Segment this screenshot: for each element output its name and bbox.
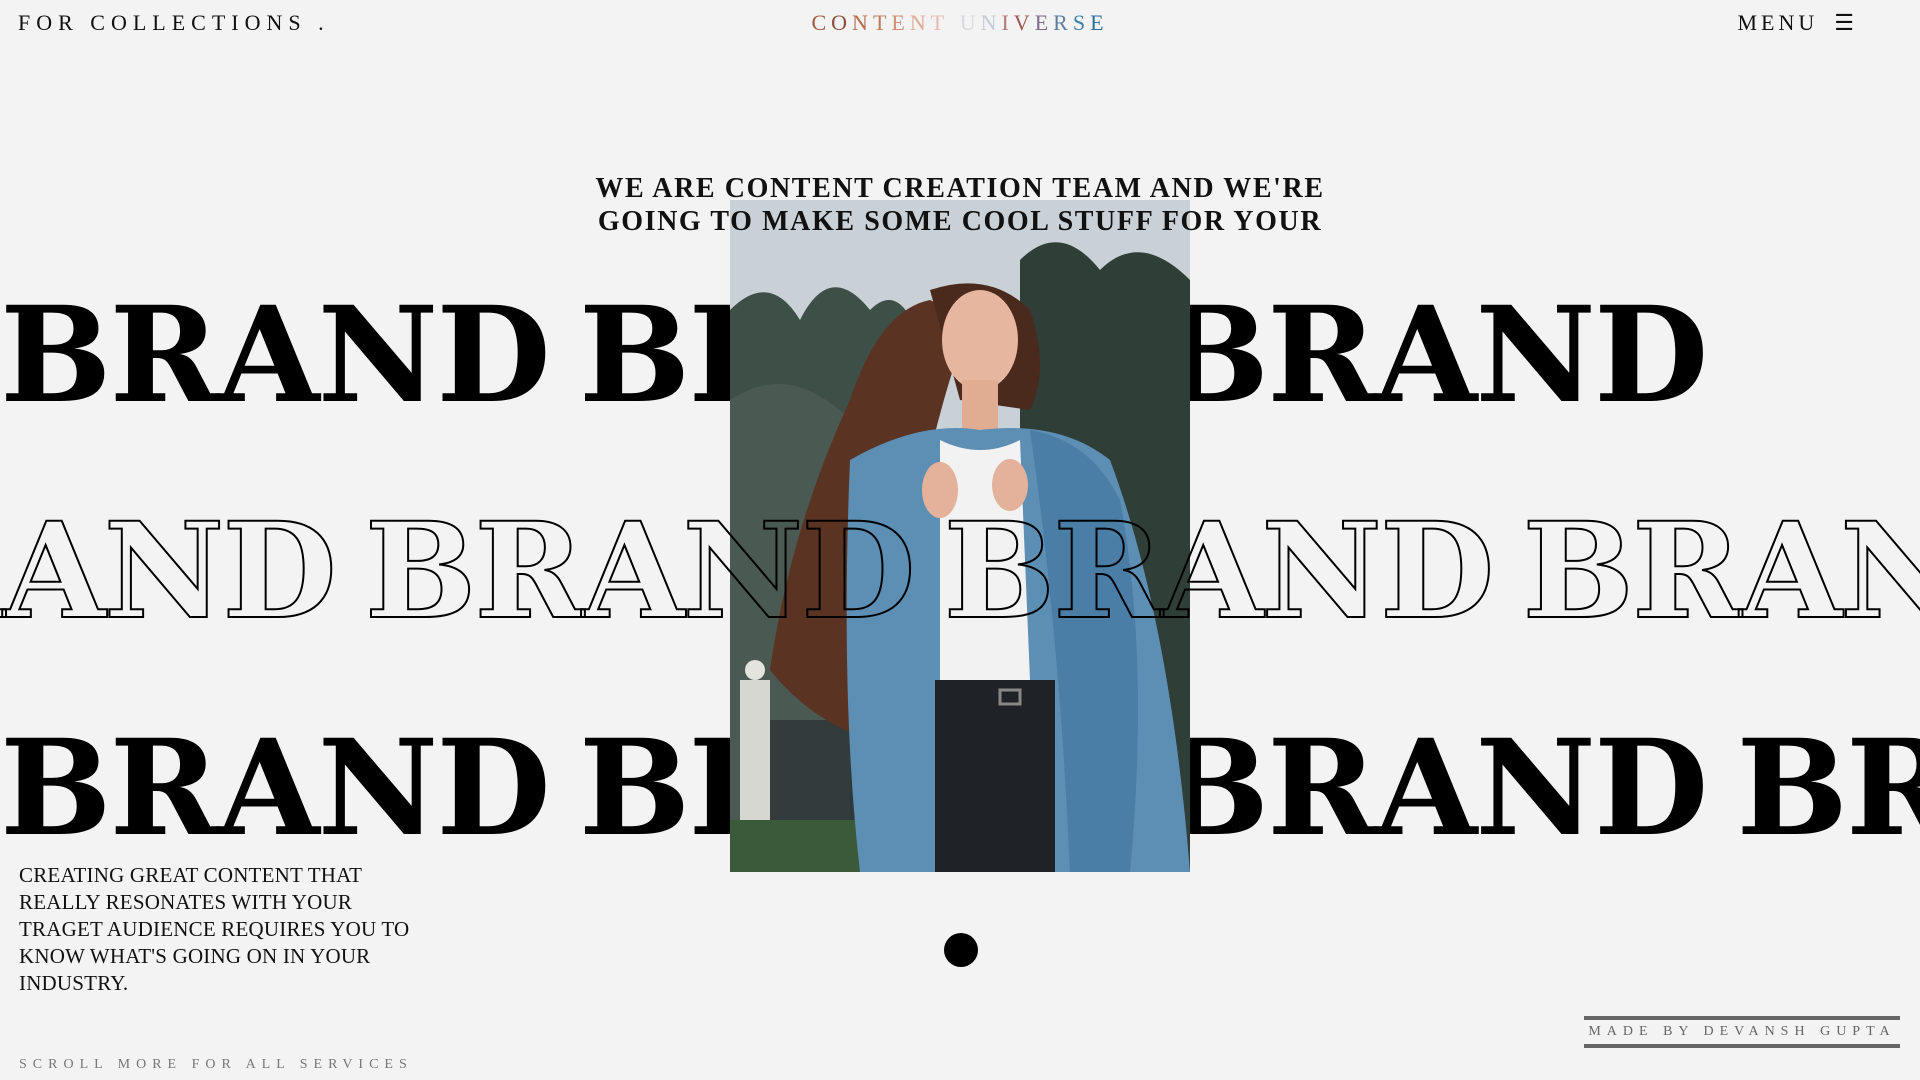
brand-word: BRAND: [0, 278, 551, 433]
scroll-hint: SCROLL MORE FOR ALL SERVICES: [19, 1057, 413, 1072]
logo-letter: T: [872, 10, 892, 35]
logo-letter: E: [891, 10, 910, 35]
logo-letter: U: [959, 10, 981, 35]
brand-word: BRAND: [1736, 711, 1920, 866]
brand-word: BRAND: [0, 711, 551, 866]
brand-word-outline: BRAND: [364, 494, 917, 649]
logo-letter: E: [1090, 10, 1109, 35]
brand-word-outline: BRAND: [943, 494, 1496, 649]
description-text: CREATING GREAT CONTENT THAT REALLY RESON…: [19, 863, 410, 995]
credit-text: MADE BY DEVANSH GUPTA: [1588, 1024, 1896, 1039]
brand-word-outline: BRAND: [1521, 494, 1920, 649]
logo-letter: T: [930, 10, 950, 35]
logo-letter: I: [1001, 10, 1014, 35]
intro-heading: WE ARE CONTENT CREATION TEAM AND WE'RE G…: [560, 172, 1360, 238]
intro-line-1: WE ARE CONTENT CREATION TEAM AND WE'RE: [595, 173, 1325, 204]
logo-letter: R: [1053, 10, 1073, 35]
brand-row-outline: BRANDBRANDBRANDBRAND: [0, 494, 1920, 649]
brand-word: BRAND: [1157, 711, 1709, 866]
intro-line-2: GOING TO MAKE SOME COOL STUFF FOR YOUR: [597, 206, 1323, 237]
logo-letter: N: [852, 10, 873, 35]
logo-letter: E: [1034, 10, 1054, 35]
hamburger-icon: ☰: [1834, 10, 1854, 35]
brand-word: BRAND: [1157, 278, 1709, 433]
logo-letter: S: [1072, 10, 1091, 35]
menu-label: MENU: [1737, 10, 1819, 35]
brand-word-outline: BRAND: [0, 494, 338, 649]
site-logo[interactable]: CONTENT UNIVERSE: [0, 10, 1920, 36]
credit-badge[interactable]: MADE BY DEVANSH GUPTA: [1584, 1016, 1900, 1048]
menu-button[interactable]: MENU ☰: [1737, 10, 1854, 36]
logo-letter: O: [831, 10, 853, 35]
logo-letter: C: [811, 10, 832, 35]
cursor-dot[interactable]: [944, 933, 978, 967]
logo-letter: [949, 10, 960, 36]
page: FOR COLLECTIONS . CONTENT UNIVERSE MENU …: [0, 0, 1920, 1080]
logo-letter: V: [1013, 10, 1035, 35]
logo-letter: N: [980, 10, 1002, 35]
logo-letter: N: [909, 10, 931, 35]
